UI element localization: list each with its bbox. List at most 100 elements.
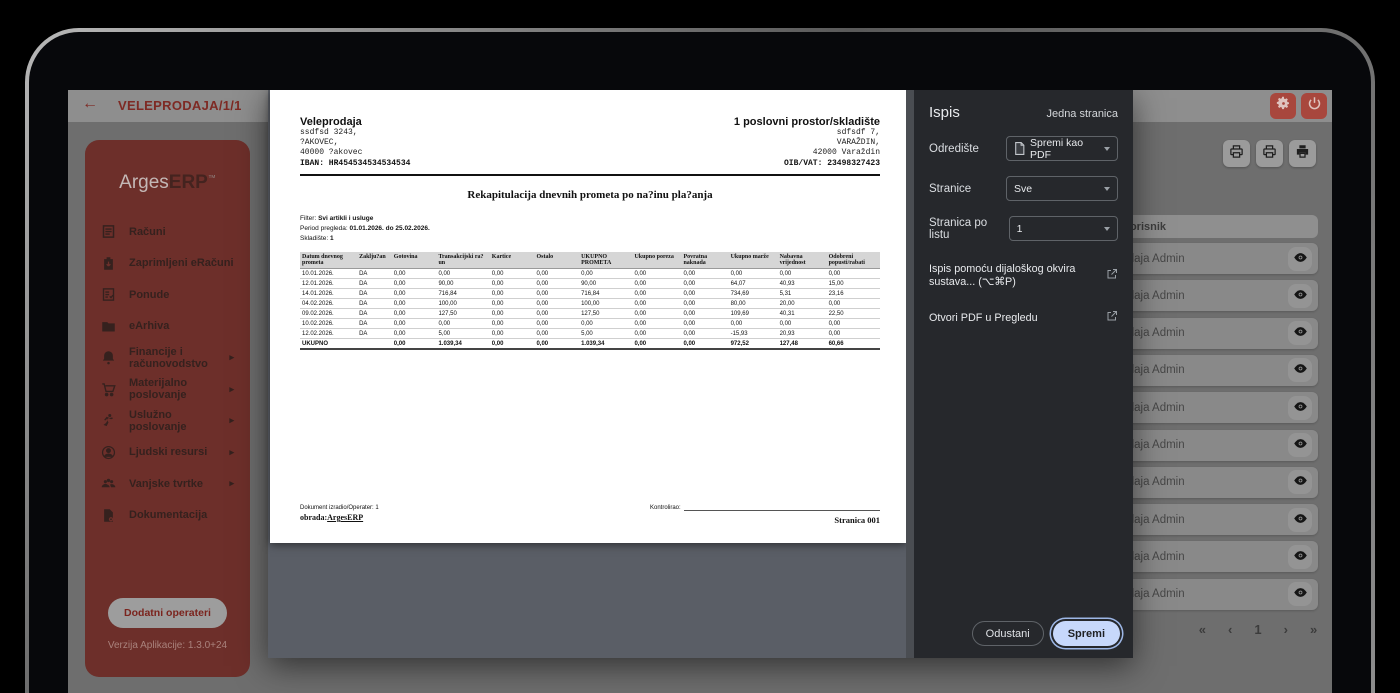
column-header: Ostalo (534, 252, 579, 269)
eye-icon (1293, 436, 1308, 454)
prev-page-button[interactable]: ‹ (1228, 622, 1232, 637)
print-button-3[interactable] (1289, 140, 1316, 167)
eye-icon (1293, 361, 1308, 379)
sidebar-menu: Računi Zaprimljeni eRačuni Ponude eArhivaFi… (85, 216, 250, 531)
dialog-link[interactable]: Otvori PDF u Pregledu (929, 310, 1118, 325)
view-user-button[interactable] (1288, 321, 1312, 345)
link-label: Otvori PDF u Pregledu (929, 312, 1038, 324)
cell: DA (357, 329, 392, 339)
cell: 0,00 (579, 269, 632, 279)
dialog-field: Stranice Sve (929, 176, 1118, 201)
dropdown-odredi-te[interactable]: Spremi kao PDF (1006, 136, 1118, 161)
field-label: Stranice (929, 183, 971, 195)
cell: 0,00 (729, 269, 778, 279)
sidebar: ArgesERP™ RačuniZaprimljeni eRačuniPonud… (85, 140, 250, 677)
save-button[interactable]: Spremi (1053, 621, 1120, 646)
view-user-button[interactable] (1288, 545, 1312, 569)
eye-icon (1293, 287, 1308, 305)
cell: 14.01.2026. (300, 289, 357, 299)
table-row: 12.02.2026.DA0,005,000,000,005,000,000,0… (300, 329, 880, 339)
settings-button[interactable] (1270, 93, 1296, 119)
cell: 0,00 (490, 299, 535, 309)
location-block: 1 poslovni prostor/skladište sdfsdf 7,VA… (734, 116, 880, 168)
sidebar-item-zaprimljeni-era-uni[interactable]: Zaprimljeni eRačuni (85, 248, 250, 280)
sidebar-item-label: Računi (129, 226, 166, 238)
table-row: 10.01.2026.DA0,000,000,000,000,000,000,0… (300, 269, 880, 279)
cell: 0,00 (436, 319, 489, 329)
back-icon[interactable]: ← (82, 95, 98, 113)
sidebar-item-materijalno-poslovanje[interactable]: Materijalno poslovanje▸ (85, 374, 250, 406)
last-page-button[interactable]: » (1310, 622, 1317, 637)
sidebar-item-financije-i-ra-unovodstvo[interactable]: Financije i računovodstvo▸ (85, 342, 250, 374)
chevron-right-icon: ▸ (229, 478, 234, 489)
logout-button[interactable] (1301, 93, 1327, 119)
location-oib: OIB/VAT: 23498327423 (734, 159, 880, 168)
cell: 0,00 (632, 269, 681, 279)
cell: 90,00 (436, 279, 489, 289)
cell: 0,00 (534, 299, 579, 309)
sidebar-item-label: Dokumentacija (129, 509, 207, 521)
column-header: Transakcijski ra?un (436, 252, 489, 269)
cell: 80,00 (729, 299, 778, 309)
total-cell: 127,48 (778, 339, 827, 350)
dropdown-stranice[interactable]: Sve (1006, 176, 1118, 201)
print-button-2[interactable] (1256, 140, 1283, 167)
sidebar-item-label: Ponude (129, 289, 169, 301)
cell: 0,00 (392, 299, 437, 309)
cell: 40,93 (778, 279, 827, 289)
table-row: 14.01.2026.DA0,00716,840,000,00716,840,0… (300, 289, 880, 299)
chevron-down-icon (1104, 147, 1110, 151)
power-icon (1307, 96, 1322, 116)
view-user-button[interactable] (1288, 470, 1312, 494)
dialog-link[interactable]: Ispis pomoću dijaloškog okvira sustava..… (929, 263, 1118, 288)
print-button-1[interactable] (1223, 140, 1250, 167)
dropdown-stranica-po-listu[interactable]: 1 (1009, 216, 1118, 241)
cell: 0,00 (392, 329, 437, 339)
sidebar-item-ra-uni[interactable]: Računi (85, 216, 250, 248)
cell: 716,84 (579, 289, 632, 299)
current-page: 1 (1254, 622, 1261, 637)
view-user-button[interactable] (1288, 582, 1312, 606)
cell: 40,31 (778, 309, 827, 319)
eye-icon (1293, 324, 1308, 342)
preview-scrollbar[interactable] (906, 90, 914, 658)
pagination: « ‹ 1 › » (1108, 622, 1332, 637)
sidebar-item-uslu-no-poslovanje[interactable]: Uslužno poslovanje▸ (85, 405, 250, 437)
column-header: Ukupno poreza (632, 252, 681, 269)
column-header: Datum dnevnog prometa (300, 252, 357, 269)
view-user-button[interactable] (1288, 508, 1312, 532)
dropdown-value: Sve (1014, 183, 1032, 195)
table-row: veleprodaja Admin (1106, 467, 1318, 498)
view-user-button[interactable] (1288, 358, 1312, 382)
sidebar-item-dokumentacija[interactable]: Dokumentacija (85, 500, 250, 532)
header-divider (300, 174, 880, 176)
view-user-button[interactable] (1288, 247, 1312, 271)
document-gear-icon (101, 508, 116, 523)
total-cell: UKUPNO (300, 339, 357, 350)
view-user-button[interactable] (1288, 396, 1312, 420)
additional-operators-button[interactable]: Dodatni operateri (108, 598, 227, 628)
kontrolirao-line: Kontrolirao: (650, 505, 880, 511)
cell: 734,69 (729, 289, 778, 299)
next-page-button[interactable]: › (1284, 622, 1288, 637)
view-user-button[interactable] (1288, 433, 1312, 457)
dialog-field: Stranica po listu1 (929, 216, 1118, 241)
cell: 0,00 (436, 269, 489, 279)
first-page-button[interactable]: « (1199, 622, 1206, 637)
sidebar-item-vanjske-tvrtke[interactable]: Vanjske tvrtke▸ (85, 468, 250, 500)
cell: 0,00 (392, 279, 437, 289)
operator-line: Dokument izradio/Operater: 1 (300, 505, 379, 511)
view-user-button[interactable] (1288, 284, 1312, 308)
print-settings-panel: Ispis Jedna stranica OdredišteSpremi kao… (914, 90, 1133, 658)
table-row: veleprodaja Admin (1106, 355, 1318, 386)
table-row: 04.02.2026.DA0,00100,000,000,00100,000,0… (300, 299, 880, 309)
sidebar-item-ponude[interactable]: Ponude (85, 279, 250, 311)
cell: 0,00 (632, 309, 681, 319)
sidebar-item-earhiva[interactable]: eArhiva (85, 311, 250, 343)
table-row: veleprodaja Admin (1106, 280, 1318, 311)
cell: 0,00 (534, 309, 579, 319)
total-cell: 972,52 (729, 339, 778, 350)
sidebar-item-ljudski-resursi[interactable]: Ljudski resursi▸ (85, 437, 250, 469)
cell: 0,00 (579, 319, 632, 329)
cancel-button[interactable]: Odustani (972, 621, 1044, 646)
